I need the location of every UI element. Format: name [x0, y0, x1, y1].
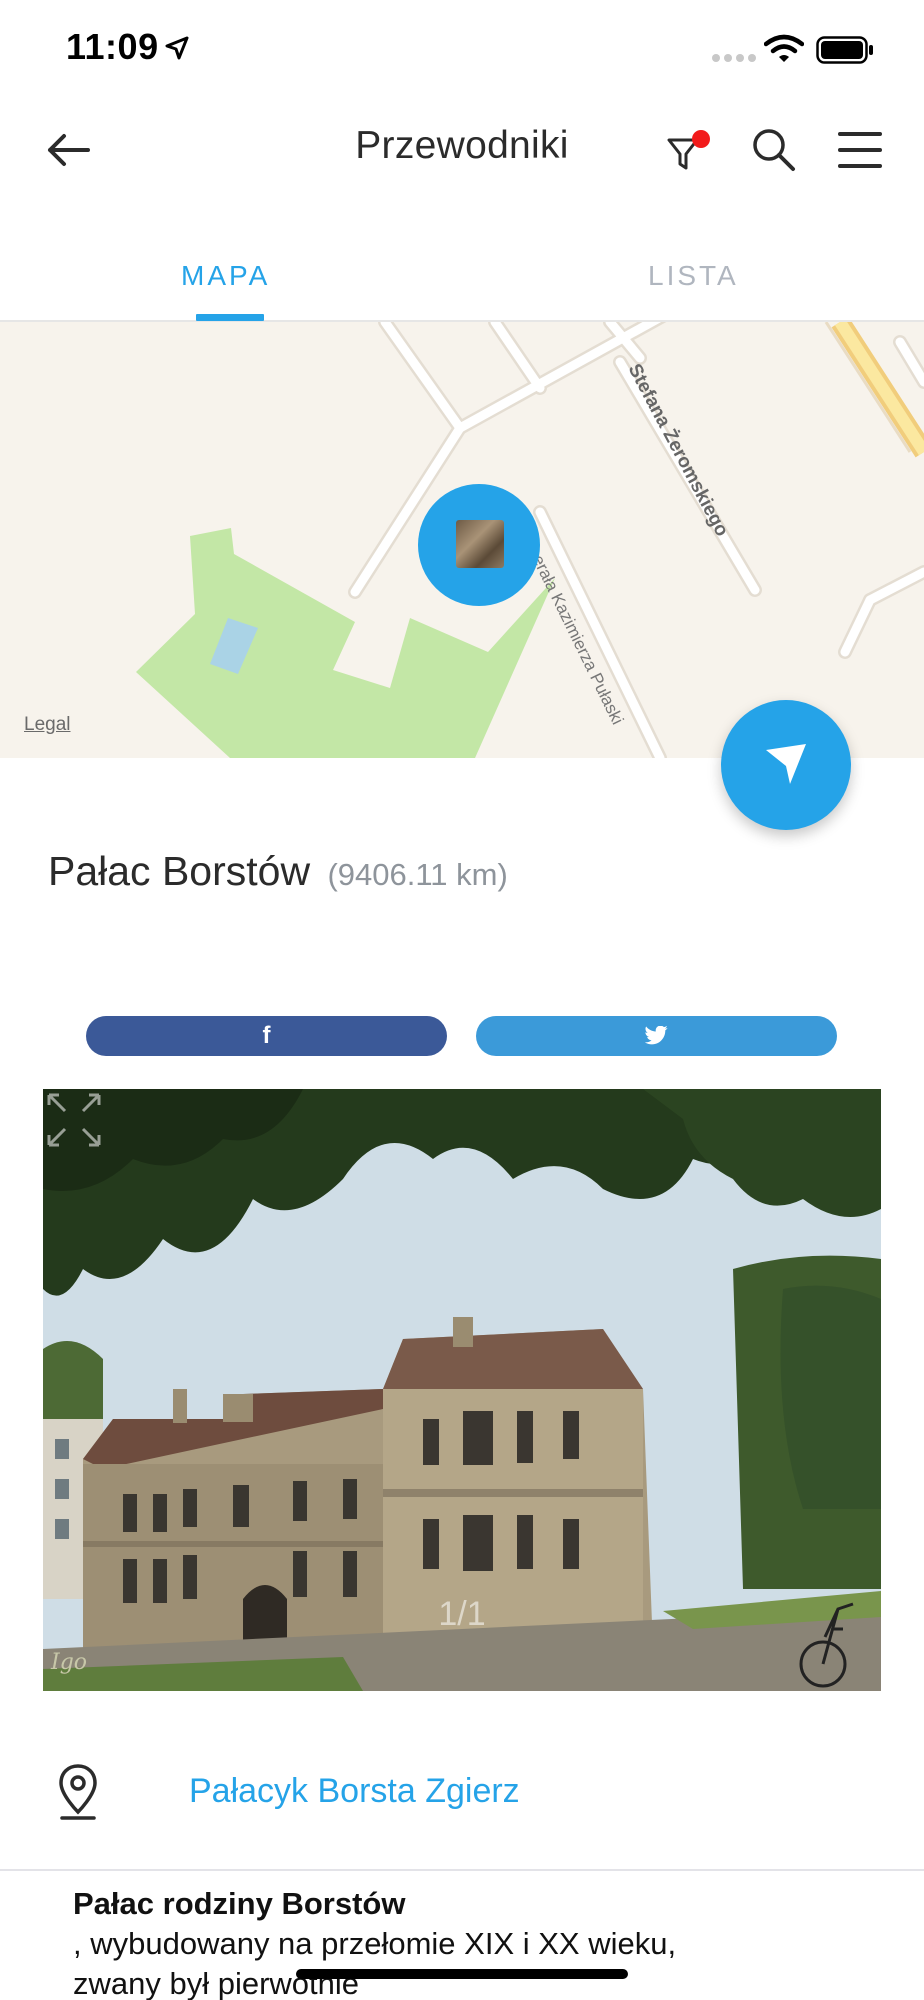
- address-link[interactable]: Pałacyk Borsta Zgierz: [189, 1772, 520, 1811]
- photo-counter: 1/1: [438, 1595, 486, 1633]
- photo-watermark: Igo: [50, 1650, 87, 1675]
- expand-icon[interactable]: [43, 1089, 105, 1151]
- filter-badge: [692, 130, 710, 148]
- filter-button[interactable]: [664, 126, 712, 178]
- place-photo[interactable]: Igo 1/1: [43, 1089, 881, 1691]
- navigation-arrow-icon: [766, 744, 806, 784]
- place-name: Pałac Borstów: [48, 848, 311, 894]
- wifi-icon: [764, 34, 804, 62]
- description-heading: Pałac rodziny Borstów: [73, 1886, 406, 1921]
- place-description: Pałac rodziny Borstów , wybudowany na pr…: [73, 1884, 893, 2000]
- signal-icon: [712, 54, 756, 62]
- status-time: 11:09: [66, 26, 159, 67]
- place-distance: (9406.11 km): [327, 857, 508, 892]
- tab-map[interactable]: MAPA: [181, 260, 270, 292]
- marker-thumbnail: [456, 520, 504, 568]
- twitter-icon: [644, 1026, 668, 1045]
- description-line: , wybudowany na przełomie XIX i XX wieku…: [73, 1926, 677, 1961]
- home-indicator[interactable]: [296, 1969, 628, 1979]
- search-icon: [753, 129, 795, 171]
- street-label-zeromskiego: Stefana Żeromskiego: [624, 360, 733, 540]
- facebook-icon: f: [262, 1022, 271, 1049]
- active-tab-indicator: [196, 314, 264, 321]
- map-legal-link[interactable]: Legal: [24, 714, 71, 736]
- location-arrow-icon: [165, 36, 189, 60]
- menu-icon: [838, 132, 882, 168]
- section-divider: [0, 1869, 924, 1871]
- facebook-share-button[interactable]: f: [86, 1016, 447, 1056]
- tab-list[interactable]: LISTA: [648, 260, 739, 292]
- app-header: Przewodniki: [0, 100, 924, 200]
- map-view[interactable]: Stefana Żeromskiego nerała Kazimierza Pu…: [0, 322, 924, 758]
- place-title: Pałac Borstów (9406.11 km): [48, 848, 508, 895]
- map-marker[interactable]: [418, 484, 540, 606]
- battery-icon: [816, 36, 873, 64]
- tab-bar: MAPA LISTA: [0, 230, 924, 322]
- location-pin-icon: [59, 1764, 97, 1820]
- address-row[interactable]: Pałacyk Borsta Zgierz: [0, 1740, 924, 1830]
- menu-button[interactable]: [836, 126, 884, 174]
- status-bar: 11:09: [0, 0, 924, 100]
- search-button[interactable]: [748, 124, 800, 176]
- twitter-share-button[interactable]: [476, 1016, 837, 1056]
- locate-button[interactable]: [721, 700, 851, 830]
